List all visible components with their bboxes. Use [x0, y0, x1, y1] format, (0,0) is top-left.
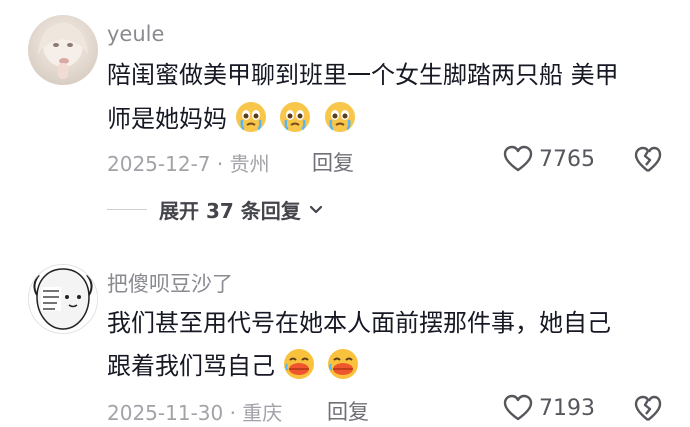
broken-heart-icon — [634, 146, 662, 172]
avatar-image — [38, 23, 88, 79]
avatar[interactable] — [28, 264, 98, 334]
reply-button[interactable]: 回复 — [327, 396, 369, 426]
comment-date-location: 2025-12-7 · 贵州 — [107, 152, 270, 176]
expand-replies[interactable]: 展开 37 条回复 — [107, 195, 325, 224]
comment-text: 师是她妈妈 — [107, 105, 227, 133]
comment-date-location: 2025-11-30 · 重庆 — [107, 401, 283, 425]
avatar-image — [29, 265, 97, 333]
crying-face-emoji — [235, 102, 266, 132]
comment-text-line: 陪闺蜜做美甲聊到班里一个女生脚踏两只船 美甲 — [107, 61, 619, 89]
broken-heart-icon — [634, 395, 662, 421]
chevron-down-icon — [309, 205, 322, 213]
avatar[interactable] — [28, 15, 98, 85]
crying-face-emoji — [280, 102, 311, 132]
comment-text: 跟着我们骂自己 — [107, 352, 275, 380]
divider-line — [107, 209, 147, 210]
comment-text-line-2: 师是她妈妈 — [107, 99, 361, 139]
expand-replies-label: 展开 37 条回复 — [159, 199, 301, 223]
heart-icon — [503, 394, 533, 421]
like-button[interactable]: 7193 — [503, 394, 595, 422]
heart-icon — [503, 145, 533, 172]
comment-username[interactable]: 把傻呗豆沙了 — [107, 268, 233, 298]
comment-text-line: 我们甚至用代号在她本人面前摆那件事，她自己 — [107, 309, 611, 337]
crying-face-emoji — [324, 102, 355, 132]
like-button[interactable]: 7765 — [503, 145, 595, 173]
laughing-duck-emoji — [283, 349, 314, 379]
reply-button[interactable]: 回复 — [312, 147, 354, 177]
laughing-duck-emoji — [328, 349, 359, 379]
dislike-button[interactable] — [634, 395, 662, 427]
comment-text-line-2: 跟着我们骂自己 — [107, 346, 364, 386]
like-count: 7765 — [539, 146, 595, 172]
like-count: 7193 — [539, 395, 595, 421]
dislike-button[interactable] — [634, 146, 662, 178]
comment-username[interactable]: yeule — [107, 22, 164, 46]
